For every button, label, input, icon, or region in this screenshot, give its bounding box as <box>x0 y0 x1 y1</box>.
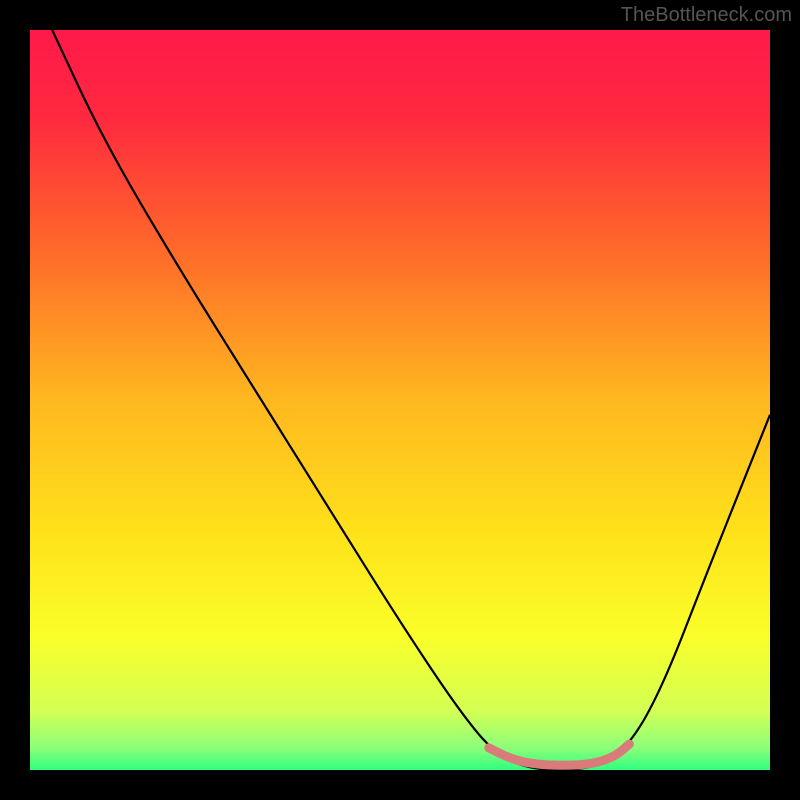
gradient-background <box>30 30 770 770</box>
watermark-label: TheBottleneck.com <box>621 4 792 27</box>
chart-frame <box>30 30 770 770</box>
